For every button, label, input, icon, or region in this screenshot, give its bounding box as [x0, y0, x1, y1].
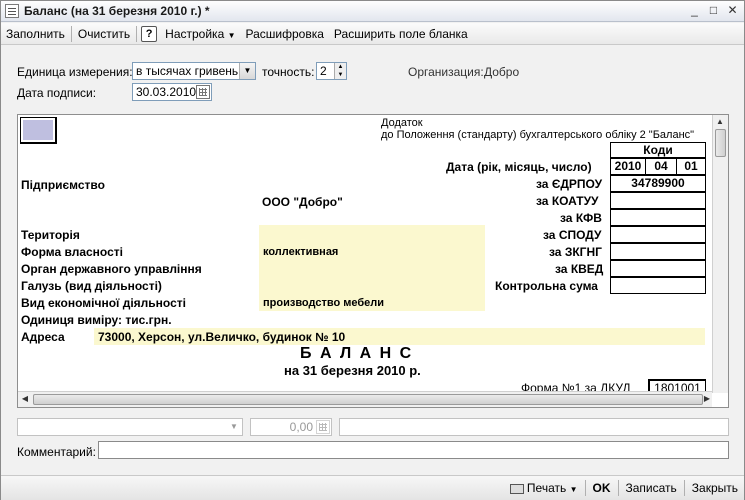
signature-date-value: 30.03.2010: [136, 85, 197, 99]
scroll-up-icon[interactable]: ▲: [713, 115, 727, 129]
unit-value: в тысячах гривень: [136, 64, 239, 78]
horizontal-scrollbar[interactable]: ◀ ▶: [18, 391, 712, 407]
control-sum-label: Контрольна сума: [495, 279, 598, 293]
date-label: Дата (рік, місяць, число): [446, 160, 592, 174]
settings-label: Настройка: [165, 26, 225, 41]
button-separator: [683, 480, 685, 496]
edrpou-cell[interactable]: 34789900: [610, 175, 706, 192]
month-cell[interactable]: 04: [645, 158, 677, 175]
appendix-text: Додаток: [381, 117, 423, 129]
activity-value[interactable]: производство мебели: [263, 297, 384, 309]
address-value[interactable]: 73000, Херсон, ул.Величко, будинок № 10: [98, 330, 345, 344]
expand-form-button[interactable]: Расширить поле бланка: [329, 24, 473, 44]
branch-label: Галузь (вид діяльності): [21, 279, 162, 293]
precision-stepper[interactable]: 2 ▲ ▼: [316, 62, 347, 80]
fill-button[interactable]: Заполнить: [1, 24, 70, 44]
balance-window: Баланс (на 31 березня 2010 г.) * _ □ ✕ З…: [0, 0, 745, 500]
settings-menu[interactable]: Настройка ▼: [160, 24, 240, 44]
spodu-label: за СПОДУ: [543, 228, 602, 242]
chevron-down-icon: ▼: [227, 30, 236, 40]
cell-selector-field[interactable]: ▼: [17, 418, 243, 436]
enterprise-label: Підприємство: [21, 178, 105, 192]
address-label: Адреса: [21, 330, 65, 344]
document-icon: [5, 4, 19, 18]
spin-arrows-icon[interactable]: ▲ ▼: [334, 63, 346, 79]
scroll-left-icon[interactable]: ◀: [18, 392, 32, 406]
kfv-label: за КФВ: [560, 211, 602, 225]
organization-label: Организация:: [408, 65, 484, 79]
government-body-label: Орган державного управління: [21, 262, 202, 276]
kfv-cell[interactable]: [610, 209, 706, 226]
signature-date-input[interactable]: 30.03.2010: [132, 83, 212, 101]
measure-unit-label: Одиниця виміру: тис.грн.: [21, 313, 172, 327]
koatuu-cell[interactable]: [610, 192, 706, 209]
codes-header: Коди: [610, 142, 706, 158]
bottom-button-bar: Печать ▼ OK Записать Закрыть: [1, 475, 744, 500]
minimize-button[interactable]: _: [687, 4, 702, 18]
precision-value: 2: [320, 64, 327, 78]
print-menu[interactable]: Печать ▼: [504, 478, 584, 498]
chevron-down-icon[interactable]: ▼: [239, 63, 255, 79]
comment-label: Комментарий:: [17, 445, 96, 459]
button-separator: [617, 480, 619, 496]
help-icon[interactable]: ?: [141, 25, 158, 42]
zkgng-cell[interactable]: [610, 243, 706, 260]
edrpou-label: за ЄДРПОУ: [536, 177, 603, 191]
calendar-icon[interactable]: [196, 85, 210, 99]
enterprise-value[interactable]: ООО "Добро": [262, 195, 343, 209]
horizontal-scroll-thumb[interactable]: [33, 394, 703, 405]
chevron-down-icon[interactable]: ▼: [226, 419, 242, 435]
spodu-cell[interactable]: [610, 226, 706, 243]
amount-value: 0,00: [289, 420, 313, 434]
balance-title: Б А Л А Н С: [300, 345, 414, 362]
regulation-text: до Положення (стандарту) бухгалтерського…: [381, 129, 695, 141]
precision-label: точность:: [262, 65, 315, 79]
zkgng-label: за ЗКГНГ: [549, 245, 602, 259]
year-cell[interactable]: 2010: [610, 158, 646, 175]
print-label: Печать: [526, 481, 567, 495]
balance-date: на 31 березня 2010 р.: [284, 363, 421, 378]
close-window-button[interactable]: ✕: [725, 4, 740, 18]
activity-label: Вид економічної діяльності: [21, 296, 186, 310]
unit-label: Единица измерения:: [17, 65, 133, 79]
signature-date-label: Дата подписи:: [17, 86, 97, 100]
day-cell[interactable]: 01: [676, 158, 706, 175]
vertical-scrollbar[interactable]: ▲: [712, 115, 728, 393]
toolbar-separator: [70, 25, 72, 42]
vertical-scroll-thumb[interactable]: [715, 129, 726, 157]
formula-field[interactable]: [339, 418, 729, 436]
printer-icon: [509, 483, 524, 494]
close-button[interactable]: Закрыть: [686, 478, 744, 498]
ownership-label: Форма власності: [21, 245, 123, 259]
ownership-value[interactable]: коллективная: [263, 246, 338, 258]
balance-sheet-grid[interactable]: Додаток до Положення (стандарту) бухгалт…: [17, 114, 729, 408]
scroll-right-icon[interactable]: ▶: [700, 392, 714, 406]
kved-label: за КВЕД: [555, 262, 604, 276]
calculator-icon[interactable]: [316, 420, 330, 434]
ok-button[interactable]: OK: [587, 478, 617, 498]
clear-button[interactable]: Очистить: [73, 24, 135, 44]
toolbar: Заполнить Очистить ? Настройка ▼ Расшифр…: [1, 23, 744, 45]
title-bar: Баланс (на 31 березня 2010 г.) * _ □ ✕: [1, 1, 744, 22]
window-title: Баланс (на 31 березня 2010 г.) *: [24, 4, 210, 18]
maximize-button[interactable]: □: [706, 4, 721, 18]
save-button[interactable]: Записать: [620, 478, 683, 498]
kved-cell[interactable]: [610, 260, 706, 277]
toolbar-separator: [136, 25, 138, 42]
amount-field[interactable]: 0,00: [250, 418, 332, 436]
chevron-down-icon: ▼: [569, 485, 578, 494]
control-sum-cell[interactable]: [610, 277, 706, 294]
logo-image: [23, 120, 53, 140]
decode-button[interactable]: Расшифровка: [241, 24, 329, 44]
button-separator: [584, 480, 586, 496]
logo-frame: [20, 117, 57, 144]
organization-value: Добро: [484, 65, 520, 79]
unit-select[interactable]: в тысячах гривень ▼: [132, 62, 256, 80]
comment-input[interactable]: [98, 441, 729, 459]
territory-label: Територія: [21, 228, 80, 242]
koatuu-label: за КОАТУУ: [536, 194, 599, 208]
